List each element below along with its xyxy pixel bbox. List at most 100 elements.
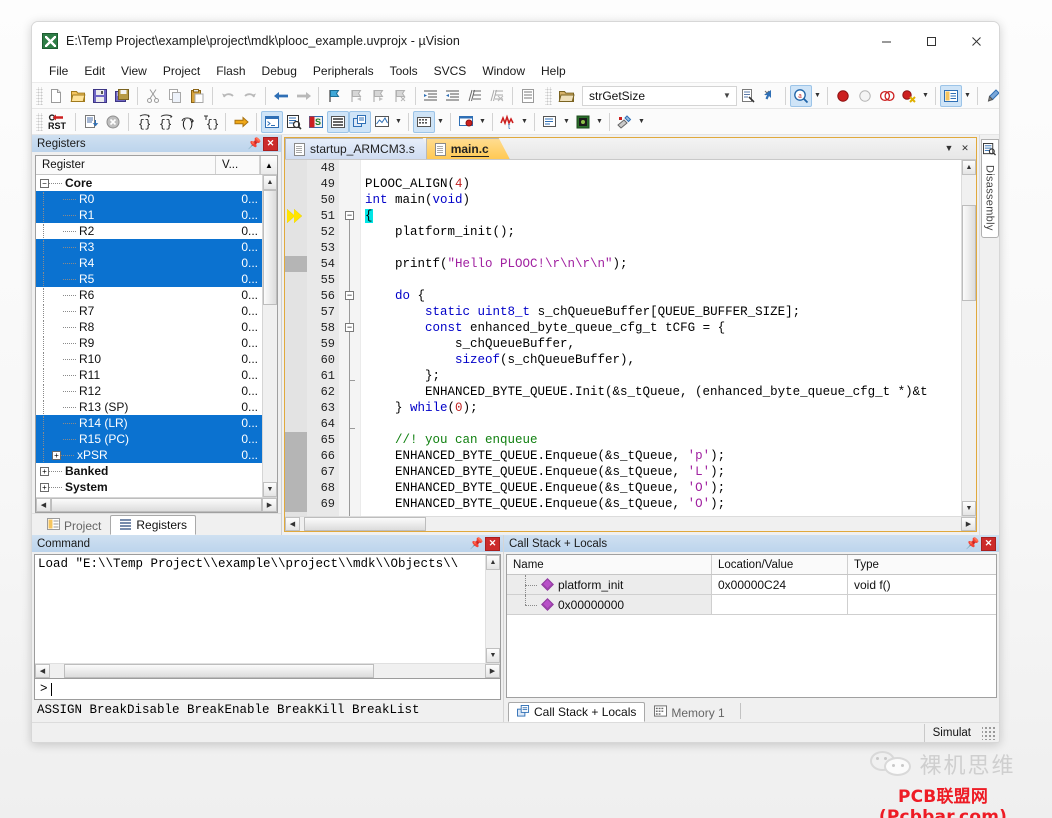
scroll-down-icon[interactable]: ▼	[962, 501, 976, 516]
command-input[interactable]: >	[34, 679, 501, 700]
menu-flash[interactable]: Flash	[208, 62, 253, 81]
stop-icon[interactable]	[102, 111, 124, 133]
column-header-register[interactable]: Register	[36, 156, 216, 174]
pin-icon[interactable]: 📌	[469, 536, 484, 551]
undo-icon[interactable]	[217, 85, 239, 107]
disable-all-breakpoints-icon[interactable]	[898, 85, 920, 107]
insert-breakpoint-icon[interactable]	[832, 85, 854, 107]
menu-help[interactable]: Help	[533, 62, 574, 81]
code-line[interactable]: static uint8_t s_chQueueBuffer[QUEUE_BUF…	[361, 304, 961, 320]
chevron-down-icon[interactable]: ▼	[594, 111, 605, 133]
column-header-value[interactable]: V...	[216, 156, 260, 174]
code-line[interactable]: platform_init();	[361, 224, 961, 240]
code-line[interactable]: };	[361, 368, 961, 384]
menu-edit[interactable]: Edit	[76, 62, 113, 81]
registers-group-banked[interactable]: + Banked	[36, 463, 262, 479]
registers-row[interactable]: R15 (PC) 0...	[36, 431, 262, 447]
editor-horizontal-scrollbar[interactable]: ◀ ▶	[285, 516, 976, 531]
step-into-icon[interactable]: {}	[133, 111, 155, 133]
scroll-thumb[interactable]	[263, 190, 277, 305]
code-line[interactable]: s_chQueueBuffer,	[361, 336, 961, 352]
chevron-down-icon[interactable]: ▼	[435, 111, 446, 133]
run-icon[interactable]	[80, 111, 102, 133]
dock-tab-disassembly[interactable]: Disassembly	[980, 139, 999, 238]
menu-window[interactable]: Window	[474, 62, 533, 81]
call-stack-window-icon[interactable]	[349, 110, 371, 133]
registers-window-icon[interactable]	[327, 110, 349, 133]
expand-icon[interactable]: +	[52, 450, 61, 460]
editor-vertical-scrollbar[interactable]: ▲ ▼	[961, 160, 976, 516]
minimize-button[interactable]	[864, 22, 909, 60]
registers-row-list[interactable]: − Core R0 0... R1 0... R2 0... R3 0... R4 0... R5 0..…	[36, 175, 262, 497]
bookmark-prev-icon[interactable]	[345, 85, 367, 107]
scroll-left-icon[interactable]: ◀	[35, 664, 50, 678]
registers-row[interactable]: R5 0...	[36, 271, 262, 287]
navigate-back-icon[interactable]	[270, 85, 292, 107]
scroll-thumb-h[interactable]	[51, 498, 262, 512]
cut-icon[interactable]	[142, 85, 164, 107]
menu-file[interactable]: File	[41, 62, 76, 81]
sidebar-tab-project[interactable]: Project	[38, 515, 110, 535]
executable-line-marker[interactable]	[285, 432, 307, 512]
code-line[interactable]: ENHANCED_BYTE_QUEUE.Enqueue(&s_tQueue, '…	[361, 480, 961, 496]
registers-row[interactable]: R2 0...	[36, 223, 262, 239]
scroll-right-icon[interactable]: ▶	[961, 517, 976, 531]
code-line[interactable]: sizeof(s_chQueueBuffer),	[361, 352, 961, 368]
close-icon[interactable]: ✕	[485, 536, 500, 551]
scroll-track-h[interactable]	[300, 517, 961, 531]
menu-debug[interactable]: Debug	[254, 62, 305, 81]
menu-svcs[interactable]: SVCS	[426, 62, 475, 81]
paste-icon[interactable]	[186, 85, 208, 107]
bottom-tab-memory-1[interactable]: Memory 1	[645, 702, 733, 722]
close-button[interactable]	[954, 22, 999, 60]
code-line[interactable]: ENHANCED_BYTE_QUEUE.Init(&s_tQueue, (enh…	[361, 384, 961, 400]
toolbar-grip-2[interactable]	[545, 86, 552, 105]
redo-icon[interactable]	[239, 85, 261, 107]
command-horizontal-scrollbar[interactable]: ◀ ▶	[35, 663, 500, 678]
comment-icon[interactable]	[464, 85, 486, 107]
expand-icon[interactable]: +	[40, 482, 49, 492]
scroll-up-icon[interactable]: ▲	[263, 175, 277, 190]
save-all-icon[interactable]	[111, 85, 133, 107]
scroll-down-icon[interactable]: ▼	[263, 482, 277, 497]
registers-row[interactable]: R4 0...	[36, 255, 262, 271]
registers-group-core[interactable]: − Core	[36, 175, 262, 191]
open-file-icon[interactable]	[67, 85, 89, 107]
code-line[interactable]: ENHANCED_BYTE_QUEUE.Enqueue(&s_tQueue, '…	[361, 496, 961, 512]
pin-icon[interactable]: 📌	[247, 136, 262, 151]
editor-folding-gutter[interactable]: − − −	[339, 160, 361, 516]
code-line[interactable]: int main(void)	[361, 192, 961, 208]
fold-toggle-icon[interactable]: −	[345, 291, 354, 300]
disassembly-window-icon[interactable]	[283, 111, 305, 133]
watch-window-icon[interactable]	[371, 111, 393, 133]
find-in-files-icon[interactable]	[554, 85, 580, 107]
step-over-icon[interactable]: {}	[155, 111, 177, 133]
menu-view[interactable]: View	[113, 62, 155, 81]
registers-row[interactable]: R1 0...	[36, 207, 262, 223]
scroll-track[interactable]	[962, 175, 976, 501]
executable-line-marker[interactable]	[285, 256, 307, 272]
find-in-files-button[interactable]	[737, 85, 759, 107]
bookmark-list-icon[interactable]	[517, 85, 539, 107]
bottom-tab-call-stack-locals[interactable]: Call Stack + Locals	[508, 702, 646, 722]
collapse-icon[interactable]: −	[40, 178, 49, 188]
scroll-track-h[interactable]	[50, 664, 485, 678]
sidebar-tab-registers[interactable]: Registers	[110, 515, 197, 535]
save-icon[interactable]	[89, 85, 111, 107]
chevron-down-icon[interactable]: ▼	[636, 111, 647, 133]
code-line[interactable]	[361, 416, 961, 432]
chevron-down-icon[interactable]: ▼	[941, 139, 957, 157]
code-line[interactable]	[361, 240, 961, 256]
code-line[interactable]	[361, 160, 961, 176]
chevron-down-icon[interactable]: ▼	[477, 111, 488, 133]
expand-icon[interactable]: +	[40, 466, 49, 476]
code-line[interactable]: //! you can enqueue	[361, 432, 961, 448]
registers-row[interactable]: R13 (SP) 0...	[36, 399, 262, 415]
serial-window-icon[interactable]	[455, 111, 477, 133]
outdent-icon[interactable]	[442, 85, 464, 107]
analysis-window-icon[interactable]: t	[497, 111, 519, 133]
scroll-thumb[interactable]	[962, 205, 976, 301]
toolbar-grip-3[interactable]	[36, 112, 43, 131]
menu-peripherals[interactable]: Peripherals	[305, 62, 382, 81]
editor-tab-main-c[interactable]: main.c	[426, 138, 510, 159]
